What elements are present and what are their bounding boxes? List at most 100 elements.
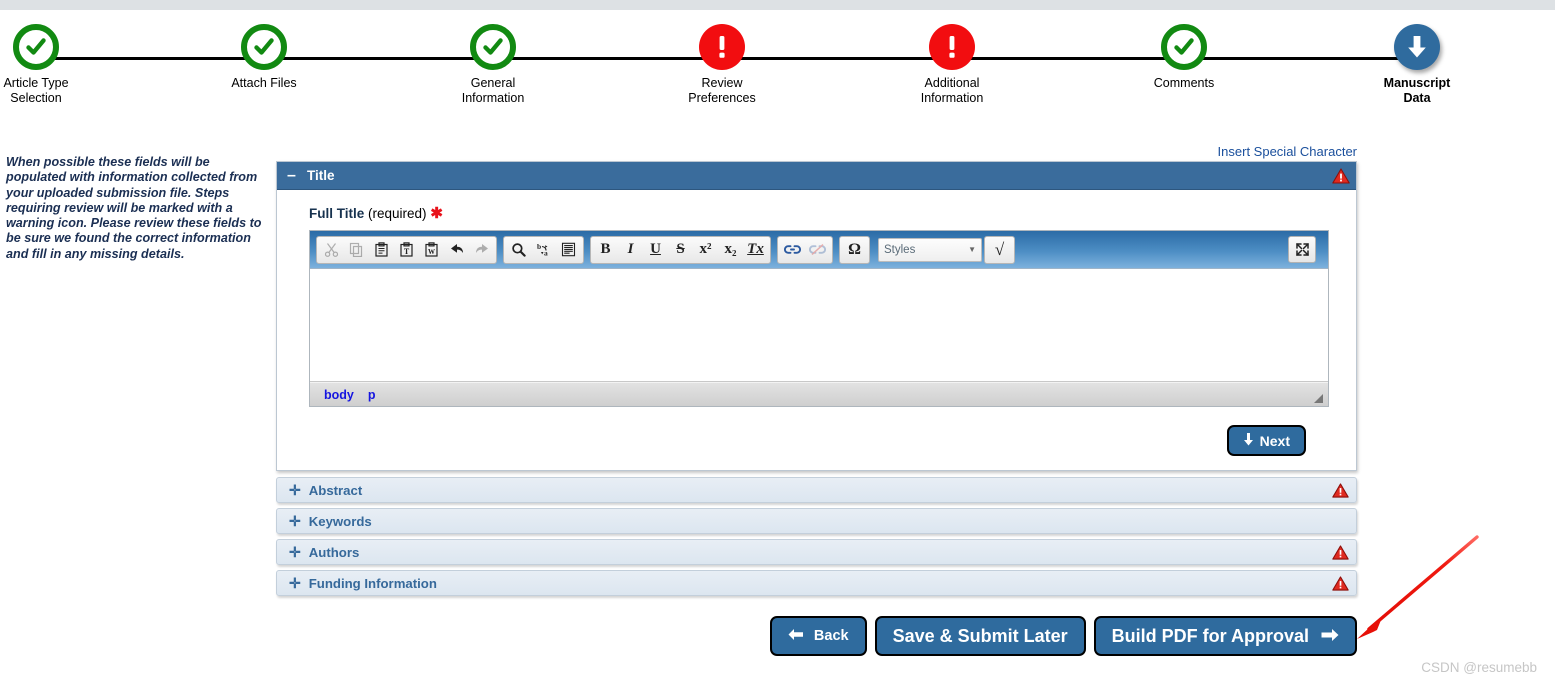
svg-text:W: W bbox=[428, 248, 435, 256]
stepper-step-label: General Information bbox=[461, 76, 525, 105]
editor-element-path: body p bbox=[310, 382, 1328, 406]
expand-icon[interactable]: ✛ bbox=[289, 545, 301, 559]
styles-dropdown[interactable]: Styles ▼ bbox=[878, 237, 982, 262]
stepper-step-label: Comments bbox=[1153, 76, 1215, 90]
paste-word-icon[interactable]: W bbox=[419, 238, 444, 262]
back-button[interactable]: Back bbox=[769, 616, 867, 656]
rich-text-editor: T Wb a B I U Sx² x₂ Tx Ω Styles ▼ √ body p bbox=[309, 230, 1329, 407]
check-circle-icon bbox=[470, 24, 516, 70]
styles-dropdown-value: Styles bbox=[884, 243, 916, 256]
link-icon[interactable] bbox=[780, 238, 805, 262]
collapse-icon[interactable]: – bbox=[287, 167, 299, 183]
top-grey-bar bbox=[0, 0, 1555, 10]
editor-toolbar: T Wb a B I U Sx² x₂ Tx Ω Styles ▼ √ bbox=[310, 231, 1328, 269]
element-path-p[interactable]: p bbox=[368, 388, 376, 402]
special-character-icon[interactable]: Ω bbox=[842, 238, 867, 262]
toolbar-group-clipboard: TW bbox=[316, 235, 497, 264]
chevron-down-icon: ▼ bbox=[968, 245, 976, 254]
copy-icon bbox=[344, 238, 369, 262]
accordion-title: Funding Information bbox=[308, 575, 437, 591]
maximize-icon[interactable] bbox=[1288, 236, 1316, 263]
full-title-required-text: (required) bbox=[368, 206, 427, 221]
paste-text-icon[interactable]: T bbox=[394, 238, 419, 262]
superscript-icon[interactable]: x² bbox=[693, 238, 718, 262]
resize-grip-icon[interactable] bbox=[1314, 394, 1323, 403]
warning-triangle-icon bbox=[1330, 542, 1350, 562]
accordion-abstract[interactable]: ✛ Abstract bbox=[276, 477, 1357, 503]
insert-special-character-link[interactable]: Insert Special Character bbox=[1218, 144, 1357, 159]
expand-icon[interactable]: ✛ bbox=[289, 483, 301, 497]
save-button-label: Save & Submit Later bbox=[892, 625, 1068, 646]
unlink-icon bbox=[805, 238, 830, 262]
stepper-step-general-information[interactable]: General Information bbox=[418, 10, 568, 106]
build-pdf-label: Build PDF for Approval bbox=[1111, 625, 1309, 646]
accordion-title: Keywords bbox=[308, 513, 372, 529]
toolbar-group-tools: √ bbox=[984, 235, 1015, 264]
required-asterisk-icon: ✱ bbox=[430, 205, 443, 222]
toolbar-group-editing: ba bbox=[503, 235, 584, 264]
stepper-step-label: Review Preferences bbox=[688, 76, 756, 105]
toolbar-group-insert: Ω bbox=[839, 235, 870, 264]
build-pdf-for-approval-button[interactable]: Build PDF for Approval bbox=[1093, 616, 1357, 656]
redo-icon bbox=[469, 238, 494, 262]
bottom-action-bar: Back Save & Submit Later Build PDF for A… bbox=[769, 616, 1357, 656]
exclamation-circle-icon bbox=[699, 24, 745, 70]
element-path-body[interactable]: body bbox=[324, 388, 354, 402]
accordion-title: Abstract bbox=[308, 482, 363, 498]
find-icon[interactable] bbox=[506, 238, 531, 262]
next-button[interactable]: Next bbox=[1226, 425, 1306, 456]
cut-icon bbox=[319, 238, 344, 262]
math-radical-icon[interactable]: √ bbox=[987, 238, 1012, 262]
check-circle-icon bbox=[1161, 24, 1207, 70]
warning-triangle-icon bbox=[1330, 573, 1350, 593]
stepper-step-article-type-selection[interactable]: Article Type Selection bbox=[0, 10, 111, 106]
expand-icon[interactable]: ✛ bbox=[289, 576, 301, 590]
next-button-label: Next bbox=[1259, 432, 1290, 449]
toolbar-group-links bbox=[777, 235, 833, 264]
stepper-step-additional-information[interactable]: Additional Information bbox=[877, 10, 1027, 106]
subscript-icon[interactable]: x₂ bbox=[718, 238, 743, 262]
strikethrough-icon[interactable]: S bbox=[668, 238, 693, 262]
arrow-left-icon bbox=[788, 628, 804, 645]
replace-icon[interactable]: ba bbox=[531, 238, 556, 262]
title-panel: – Title Full Title (required) ✱ TWbaBIUS… bbox=[276, 161, 1357, 471]
paste-icon[interactable] bbox=[369, 238, 394, 262]
toolbar-group-basicstyles: B I U Sx² x₂ Tx bbox=[590, 235, 771, 264]
full-title-field-label: Full Title (required) ✱ bbox=[309, 204, 1334, 222]
progress-stepper: Article Type Selection Attach Files General… bbox=[0, 10, 1555, 120]
arrow-right-icon bbox=[1321, 626, 1339, 647]
bold-icon[interactable]: B bbox=[593, 238, 618, 262]
stepper-step-label: Article Type Selection bbox=[3, 76, 69, 105]
undo-icon[interactable] bbox=[444, 238, 469, 262]
stepper-step-label: Attach Files bbox=[231, 76, 297, 90]
check-circle-icon bbox=[241, 24, 287, 70]
stepper-step-comments[interactable]: Comments bbox=[1109, 10, 1259, 91]
accordion-funding-information[interactable]: ✛ Funding Information bbox=[276, 570, 1357, 596]
accordion-keywords[interactable]: ✛ Keywords bbox=[276, 508, 1357, 534]
save-and-submit-later-button[interactable]: Save & Submit Later bbox=[874, 616, 1086, 656]
editor-content-area[interactable] bbox=[310, 269, 1328, 382]
exclamation-circle-icon bbox=[929, 24, 975, 70]
italic-icon[interactable]: I bbox=[618, 238, 643, 262]
annotation-arrow bbox=[1345, 533, 1495, 643]
title-panel-header[interactable]: – Title bbox=[277, 162, 1356, 190]
warning-triangle-icon bbox=[1330, 165, 1352, 187]
stepper-step-manuscript-data[interactable]: Manuscript Data bbox=[1342, 10, 1492, 106]
accordion-authors[interactable]: ✛ Authors bbox=[276, 539, 1357, 565]
stepper-step-review-preferences[interactable]: Review Preferences bbox=[647, 10, 797, 106]
underline-icon[interactable]: U bbox=[643, 238, 668, 262]
select-all-icon[interactable] bbox=[556, 238, 581, 262]
remove-format-icon[interactable]: Tx bbox=[743, 238, 768, 262]
help-note: When possible these fields will be popul… bbox=[6, 155, 262, 261]
stepper-step-label: Manuscript Data bbox=[1383, 76, 1451, 105]
stepper-step-label: Additional Information bbox=[920, 76, 984, 105]
title-panel-title: Title bbox=[307, 168, 335, 183]
arrow-down-icon bbox=[1243, 432, 1254, 449]
full-title-label-text: Full Title bbox=[309, 206, 365, 221]
arrow-down-circle-icon bbox=[1394, 24, 1440, 70]
expand-icon[interactable]: ✛ bbox=[289, 514, 301, 528]
svg-text:b: b bbox=[537, 242, 541, 251]
next-button-row: Next bbox=[309, 407, 1334, 456]
warning-triangle-icon bbox=[1330, 480, 1350, 500]
stepper-step-attach-files[interactable]: Attach Files bbox=[189, 10, 339, 91]
